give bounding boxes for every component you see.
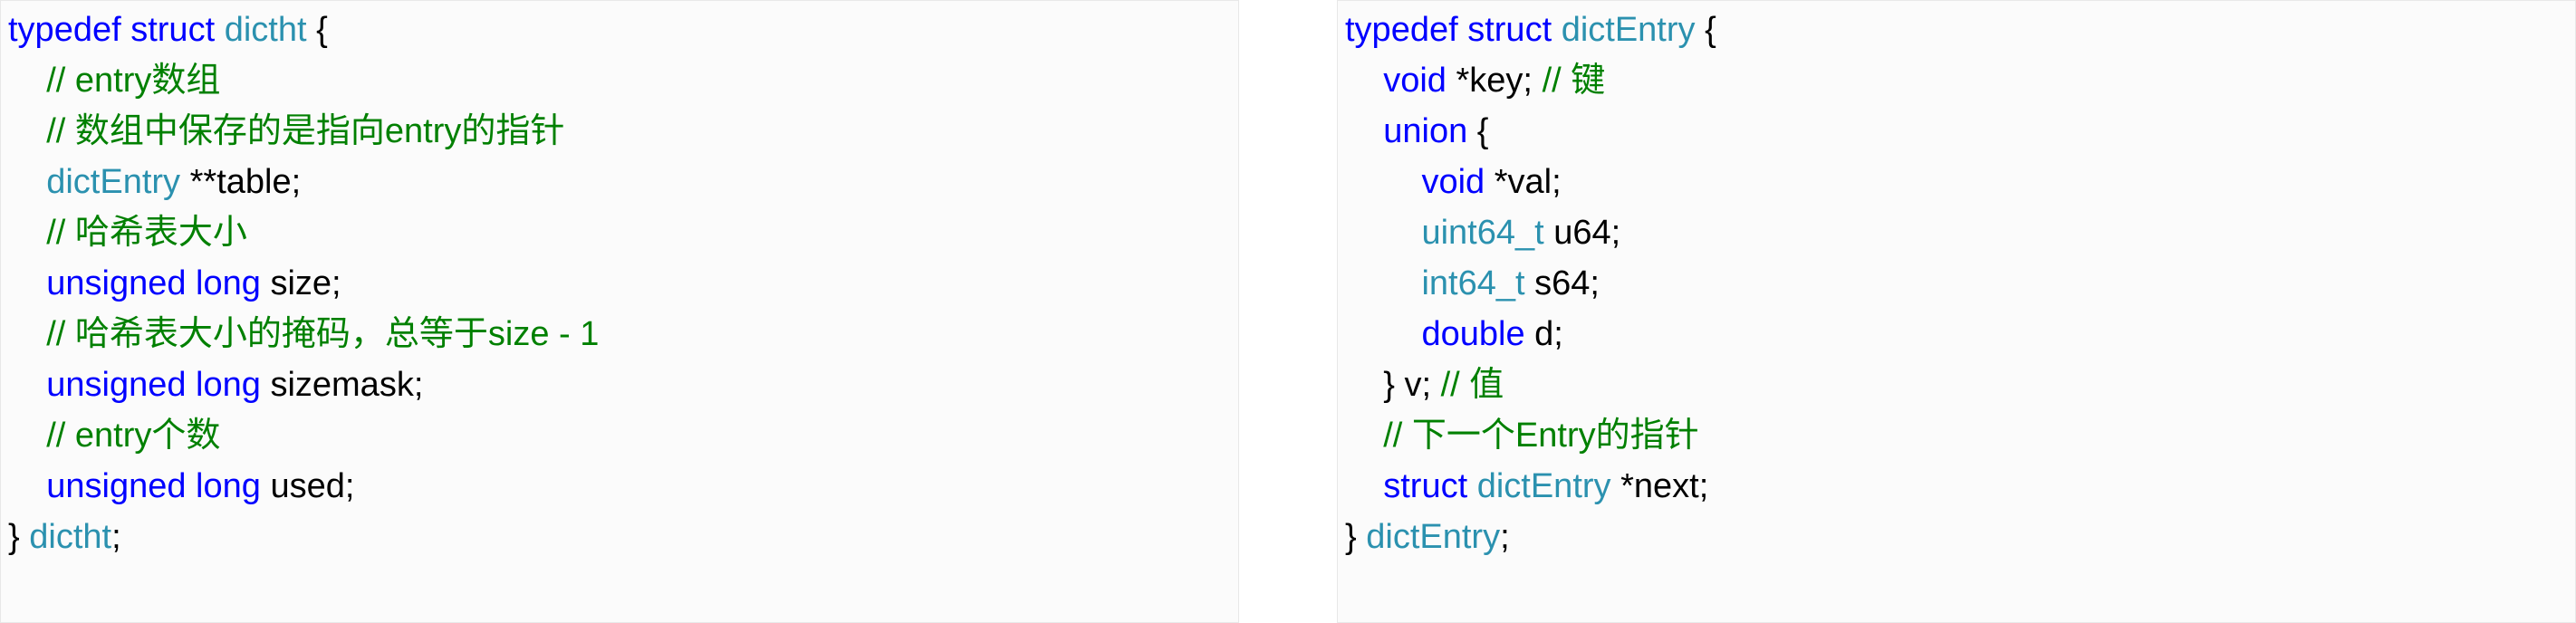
space xyxy=(186,264,196,302)
comment-line: // 下一个Entry的指针 xyxy=(1345,417,1699,455)
decl-next: *next; xyxy=(1611,467,1709,505)
type-dictentry: dictEntry xyxy=(46,163,180,201)
type-uint64: uint64_t xyxy=(1421,214,1543,252)
kw-long: long xyxy=(196,366,261,404)
comment-line: // entry个数 xyxy=(8,417,220,455)
code-panel-dictentry: typedef struct dictEntry { void *key; //… xyxy=(1337,0,2576,623)
typedef-name: dictht xyxy=(29,518,111,556)
brace-open: { xyxy=(1696,11,1716,49)
indent xyxy=(8,366,46,404)
space xyxy=(1467,467,1477,505)
decl-used: used; xyxy=(261,467,355,505)
indent xyxy=(1345,264,1421,302)
kw-long: long xyxy=(196,264,261,302)
comment-inline: // 键 xyxy=(1543,62,1606,100)
kw-void: void xyxy=(1421,163,1485,201)
comment-line: // 哈希表大小 xyxy=(8,214,247,252)
indent xyxy=(1345,62,1383,100)
indent xyxy=(1345,112,1383,150)
brace-open: { xyxy=(1467,112,1488,150)
indent xyxy=(8,467,46,505)
comment-line: // 数组中保存的是指向entry的指针 xyxy=(8,112,564,150)
comment-inline: // 值 xyxy=(1441,366,1504,404)
panel-gap xyxy=(1239,0,1337,623)
typedef-name: dictEntry xyxy=(1366,518,1500,556)
kw-struct: struct xyxy=(1467,11,1552,49)
brace-close: } xyxy=(1345,518,1366,556)
decl-size: size; xyxy=(261,264,341,302)
indent xyxy=(1345,467,1383,505)
space xyxy=(186,467,196,505)
type-dictentry: dictEntry xyxy=(1477,467,1611,505)
kw-unsigned: unsigned xyxy=(46,366,186,404)
type-dictentry: dictEntry xyxy=(1562,11,1696,49)
indent xyxy=(1345,163,1421,201)
kw-void: void xyxy=(1383,62,1447,100)
decl-sizemask: sizemask; xyxy=(261,366,423,404)
kw-struct: struct xyxy=(130,11,215,49)
space xyxy=(186,366,196,404)
code-panels: typedef struct dictht { // entry数组 // 数组… xyxy=(0,0,2576,623)
indent xyxy=(1345,315,1421,353)
indent xyxy=(1345,214,1421,252)
type-dictht: dictht xyxy=(225,11,307,49)
kw-unsigned: unsigned xyxy=(46,264,186,302)
kw-typedef: typedef xyxy=(1345,11,1458,49)
kw-union: union xyxy=(1383,112,1467,150)
indent xyxy=(8,163,46,201)
union-close: } v; xyxy=(1383,366,1440,404)
comment-line: // entry数组 xyxy=(8,62,220,100)
semicolon: ; xyxy=(1500,518,1510,556)
code-block-dictentry: typedef struct dictEntry { void *key; //… xyxy=(1345,5,2568,562)
brace-close: } xyxy=(8,518,29,556)
decl-d: d; xyxy=(1525,315,1563,353)
code-panel-dictht: typedef struct dictht { // entry数组 // 数组… xyxy=(0,0,1239,623)
decl-key: *key; xyxy=(1447,62,1543,100)
kw-struct: struct xyxy=(1383,467,1467,505)
kw-unsigned: unsigned xyxy=(46,467,186,505)
decl-u64: u64; xyxy=(1544,214,1621,252)
kw-long: long xyxy=(196,467,261,505)
kw-double: double xyxy=(1421,315,1524,353)
code-block-dictht: typedef struct dictht { // entry数组 // 数组… xyxy=(8,5,1231,562)
indent xyxy=(8,264,46,302)
decl-s64: s64; xyxy=(1525,264,1600,302)
decl-table: **table; xyxy=(180,163,301,201)
comment-line: // 哈希表大小的掩码，总等于size - 1 xyxy=(8,315,599,353)
type-int64: int64_t xyxy=(1421,264,1524,302)
semicolon: ; xyxy=(111,518,121,556)
indent xyxy=(1345,366,1383,404)
kw-typedef: typedef xyxy=(8,11,121,49)
decl-val: *val; xyxy=(1485,163,1561,201)
brace-open: { xyxy=(307,11,328,49)
